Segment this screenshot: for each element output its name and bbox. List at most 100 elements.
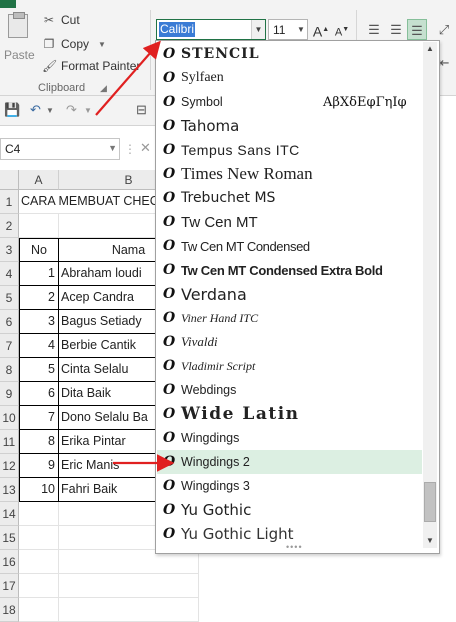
chevron-down-icon[interactable]: ▼ [295,20,307,39]
row-header[interactable]: 8 [0,358,19,382]
chevron-down-icon[interactable]: ▼ [108,143,117,153]
align-middle-button[interactable]: ☰ [386,19,406,40]
row-header[interactable]: 5 [0,286,19,310]
paste-button[interactable]: Paste [4,48,35,62]
paste-icon[interactable] [8,12,28,38]
font-item[interactable]: O Tempus Sans ITC [157,138,422,162]
row-header[interactable]: 13 [0,478,19,502]
row-header[interactable]: 3 [0,238,19,262]
resize-grip-icon[interactable]: •••• [286,542,303,552]
font-item-label: Sylfaen [181,70,224,85]
font-item[interactable]: O Vivaldi [157,330,422,354]
name-box[interactable]: C4 ▼ [0,138,120,160]
font-size-value[interactable]: 11 [273,23,285,37]
row-header[interactable]: 1 [0,190,19,214]
number-cell[interactable]: 8 [19,430,59,454]
customize-qat-icon[interactable]: ⊟ [136,102,147,118]
font-item[interactable]: O Times New Roman [157,162,422,186]
orientation-button[interactable]: ⤢ [434,19,454,40]
save-icon[interactable]: 💾 [4,102,20,118]
cell[interactable] [19,550,59,574]
cell[interactable] [59,598,199,622]
copy-button[interactable]: ❐ Copy ▼ [42,35,106,53]
font-item[interactable]: O Tw Cen MT [157,210,422,234]
font-item[interactable]: O Wingdings [157,426,422,450]
font-name-value[interactable]: Calibri [159,22,196,37]
row-header[interactable]: 11 [0,430,19,454]
font-item[interactable]: O Tahoma [157,114,422,138]
row-header[interactable]: 9 [0,382,19,406]
number-cell[interactable]: 3 [19,310,59,334]
opentype-font-icon: O [163,118,176,134]
number-cell[interactable]: 10 [19,478,59,502]
undo-icon[interactable]: ↶ [30,102,41,118]
row-header[interactable]: 2 [0,214,19,238]
grow-font-button[interactable]: A▲ [312,19,330,40]
font-item[interactable]: O Yu Gothic [157,498,422,522]
align-top-button[interactable]: ☰ [364,19,384,40]
font-name-combobox[interactable]: Calibri ▼ [156,19,266,40]
chevron-down-icon[interactable]: ▼ [46,106,54,115]
font-item-label: Tempus Sans ITC [181,142,300,158]
chevron-down-icon[interactable]: ▼ [98,40,106,49]
scrollbar-thumb[interactable] [424,482,436,522]
row-header[interactable]: 7 [0,334,19,358]
row-header[interactable]: 15 [0,526,19,550]
scroll-down-icon[interactable]: ▼ [423,534,437,548]
name-box-value[interactable]: C4 [5,142,20,156]
shrink-font-button[interactable]: A▼ [334,19,350,40]
font-item[interactable]: O Tw Cen MT Condensed Extra Bold [157,258,422,282]
row-header[interactable]: 14 [0,502,19,526]
header-no-cell[interactable]: No [19,238,59,262]
font-item[interactable]: O Tw Cen MT Condensed [157,234,422,258]
chevron-down-icon[interactable]: ▼ [251,20,265,39]
cell[interactable] [19,598,59,622]
row-header[interactable]: 10 [0,406,19,430]
number-cell[interactable]: 6 [19,382,59,406]
font-item[interactable]: O Sylfaen [157,66,422,90]
number-cell[interactable]: 7 [19,406,59,430]
row-header[interactable]: 4 [0,262,19,286]
format-painter-button[interactable]: 🖌 Format Painter [42,57,140,75]
select-all-corner[interactable] [0,170,19,190]
font-item[interactable]: O Symbol ΑβΧδΕφΓηΙφ [157,90,422,114]
row-header[interactable]: 6 [0,310,19,334]
dialog-launcher-icon[interactable]: ◢ [100,83,107,94]
number-cell[interactable]: 2 [19,286,59,310]
row-header[interactable]: 16 [0,550,19,574]
cell[interactable] [19,214,59,238]
chevron-down-icon[interactable]: ▼ [84,106,92,115]
number-cell[interactable]: 1 [19,262,59,286]
cell[interactable] [19,526,59,550]
row-header[interactable]: 18 [0,598,19,622]
column-header-a[interactable]: A [19,170,59,190]
font-item[interactable]: O Vladimir Script [157,354,422,378]
font-item[interactable]: O STENCIL [157,42,422,66]
number-cell[interactable]: 9 [19,454,59,478]
cancel-icon[interactable]: ✕ [140,140,151,156]
number-cell[interactable]: 5 [19,358,59,382]
cell[interactable] [59,574,199,598]
font-item[interactable]: O Trebuchet MS [157,186,422,210]
font-item[interactable]: O Wingdings 3 [157,474,422,498]
opentype-font-icon: O [163,214,176,230]
redo-icon[interactable]: ↷ [66,102,77,118]
number-cell[interactable]: 4 [19,334,59,358]
font-item-label: Webdings [181,383,237,397]
cell[interactable] [19,502,59,526]
row-header[interactable]: 12 [0,454,19,478]
font-size-combobox[interactable]: 11 ▼ [268,19,308,40]
font-item[interactable]: O Viner Hand ITC [157,306,422,330]
cell[interactable] [19,574,59,598]
scroll-up-icon[interactable]: ▲ [423,42,437,56]
cut-button[interactable]: ✂ Cut [42,11,80,29]
font-item[interactable]: O Webdings [157,378,422,402]
font-item[interactable]: O Wide Latin [157,402,422,426]
font-dropdown-list[interactable]: O STENCIL O Sylfaen O Symbol ΑβΧδΕφΓηΙφ O Tahoma… [155,40,440,554]
row-header[interactable]: 17 [0,574,19,598]
align-bottom-button[interactable]: ☰ [407,19,427,40]
font-item[interactable]: O Verdana [157,282,422,306]
font-item[interactable]: O Wingdings 2 [157,450,422,474]
scissors-icon: ✂ [43,13,55,27]
scrollbar[interactable]: ▲ ▼ [423,42,437,548]
